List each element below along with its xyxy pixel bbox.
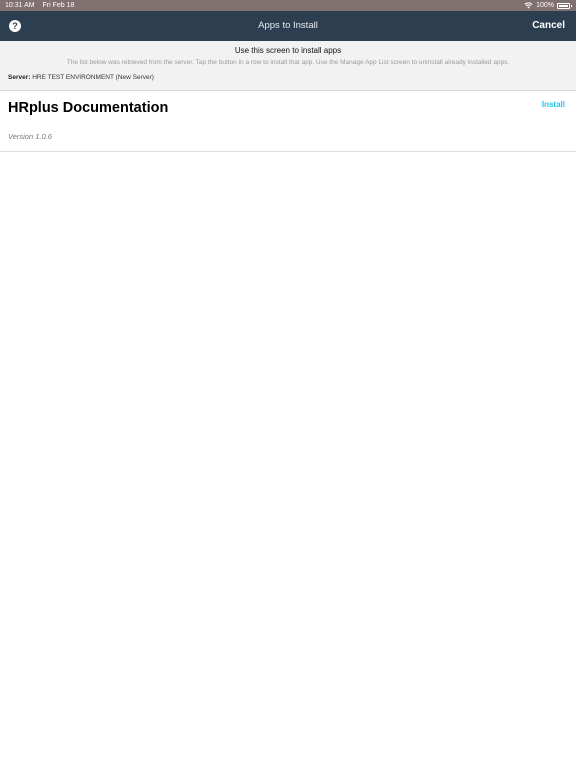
- server-value: HRE TEST ENVIRONMENT (New Server): [32, 74, 154, 81]
- wifi-icon: [524, 2, 533, 9]
- status-indicators: 100%: [524, 0, 572, 11]
- app-version: Version 1.0.6: [8, 132, 52, 141]
- list-item: HRplus Documentation Install Version 1.0…: [0, 91, 576, 152]
- server-line: Server: HRE TEST ENVIRONMENT (New Server…: [8, 74, 154, 81]
- page-title: Apps to Install: [258, 20, 318, 31]
- battery-percent: 100%: [536, 2, 554, 9]
- navigation-bar: ? Apps to Install Cancel: [0, 11, 576, 41]
- cancel-button[interactable]: Cancel: [532, 11, 565, 41]
- install-button[interactable]: Install: [542, 100, 565, 109]
- server-label: Server:: [8, 74, 31, 81]
- status-date: Fri Feb 18: [42, 2, 75, 9]
- status-time: 10:31 AM: [5, 2, 35, 9]
- info-description: The list below was retrieved from the se…: [66, 59, 510, 66]
- status-time-date: 10:31 AM Fri Feb 18: [5, 0, 74, 11]
- battery-icon: [557, 2, 572, 9]
- app-name: HRplus Documentation: [8, 100, 169, 116]
- info-panel: Use this screen to install apps The list…: [0, 41, 576, 91]
- status-bar: 10:31 AM Fri Feb 18 100%: [0, 0, 576, 11]
- info-heading: Use this screen to install apps: [234, 46, 342, 55]
